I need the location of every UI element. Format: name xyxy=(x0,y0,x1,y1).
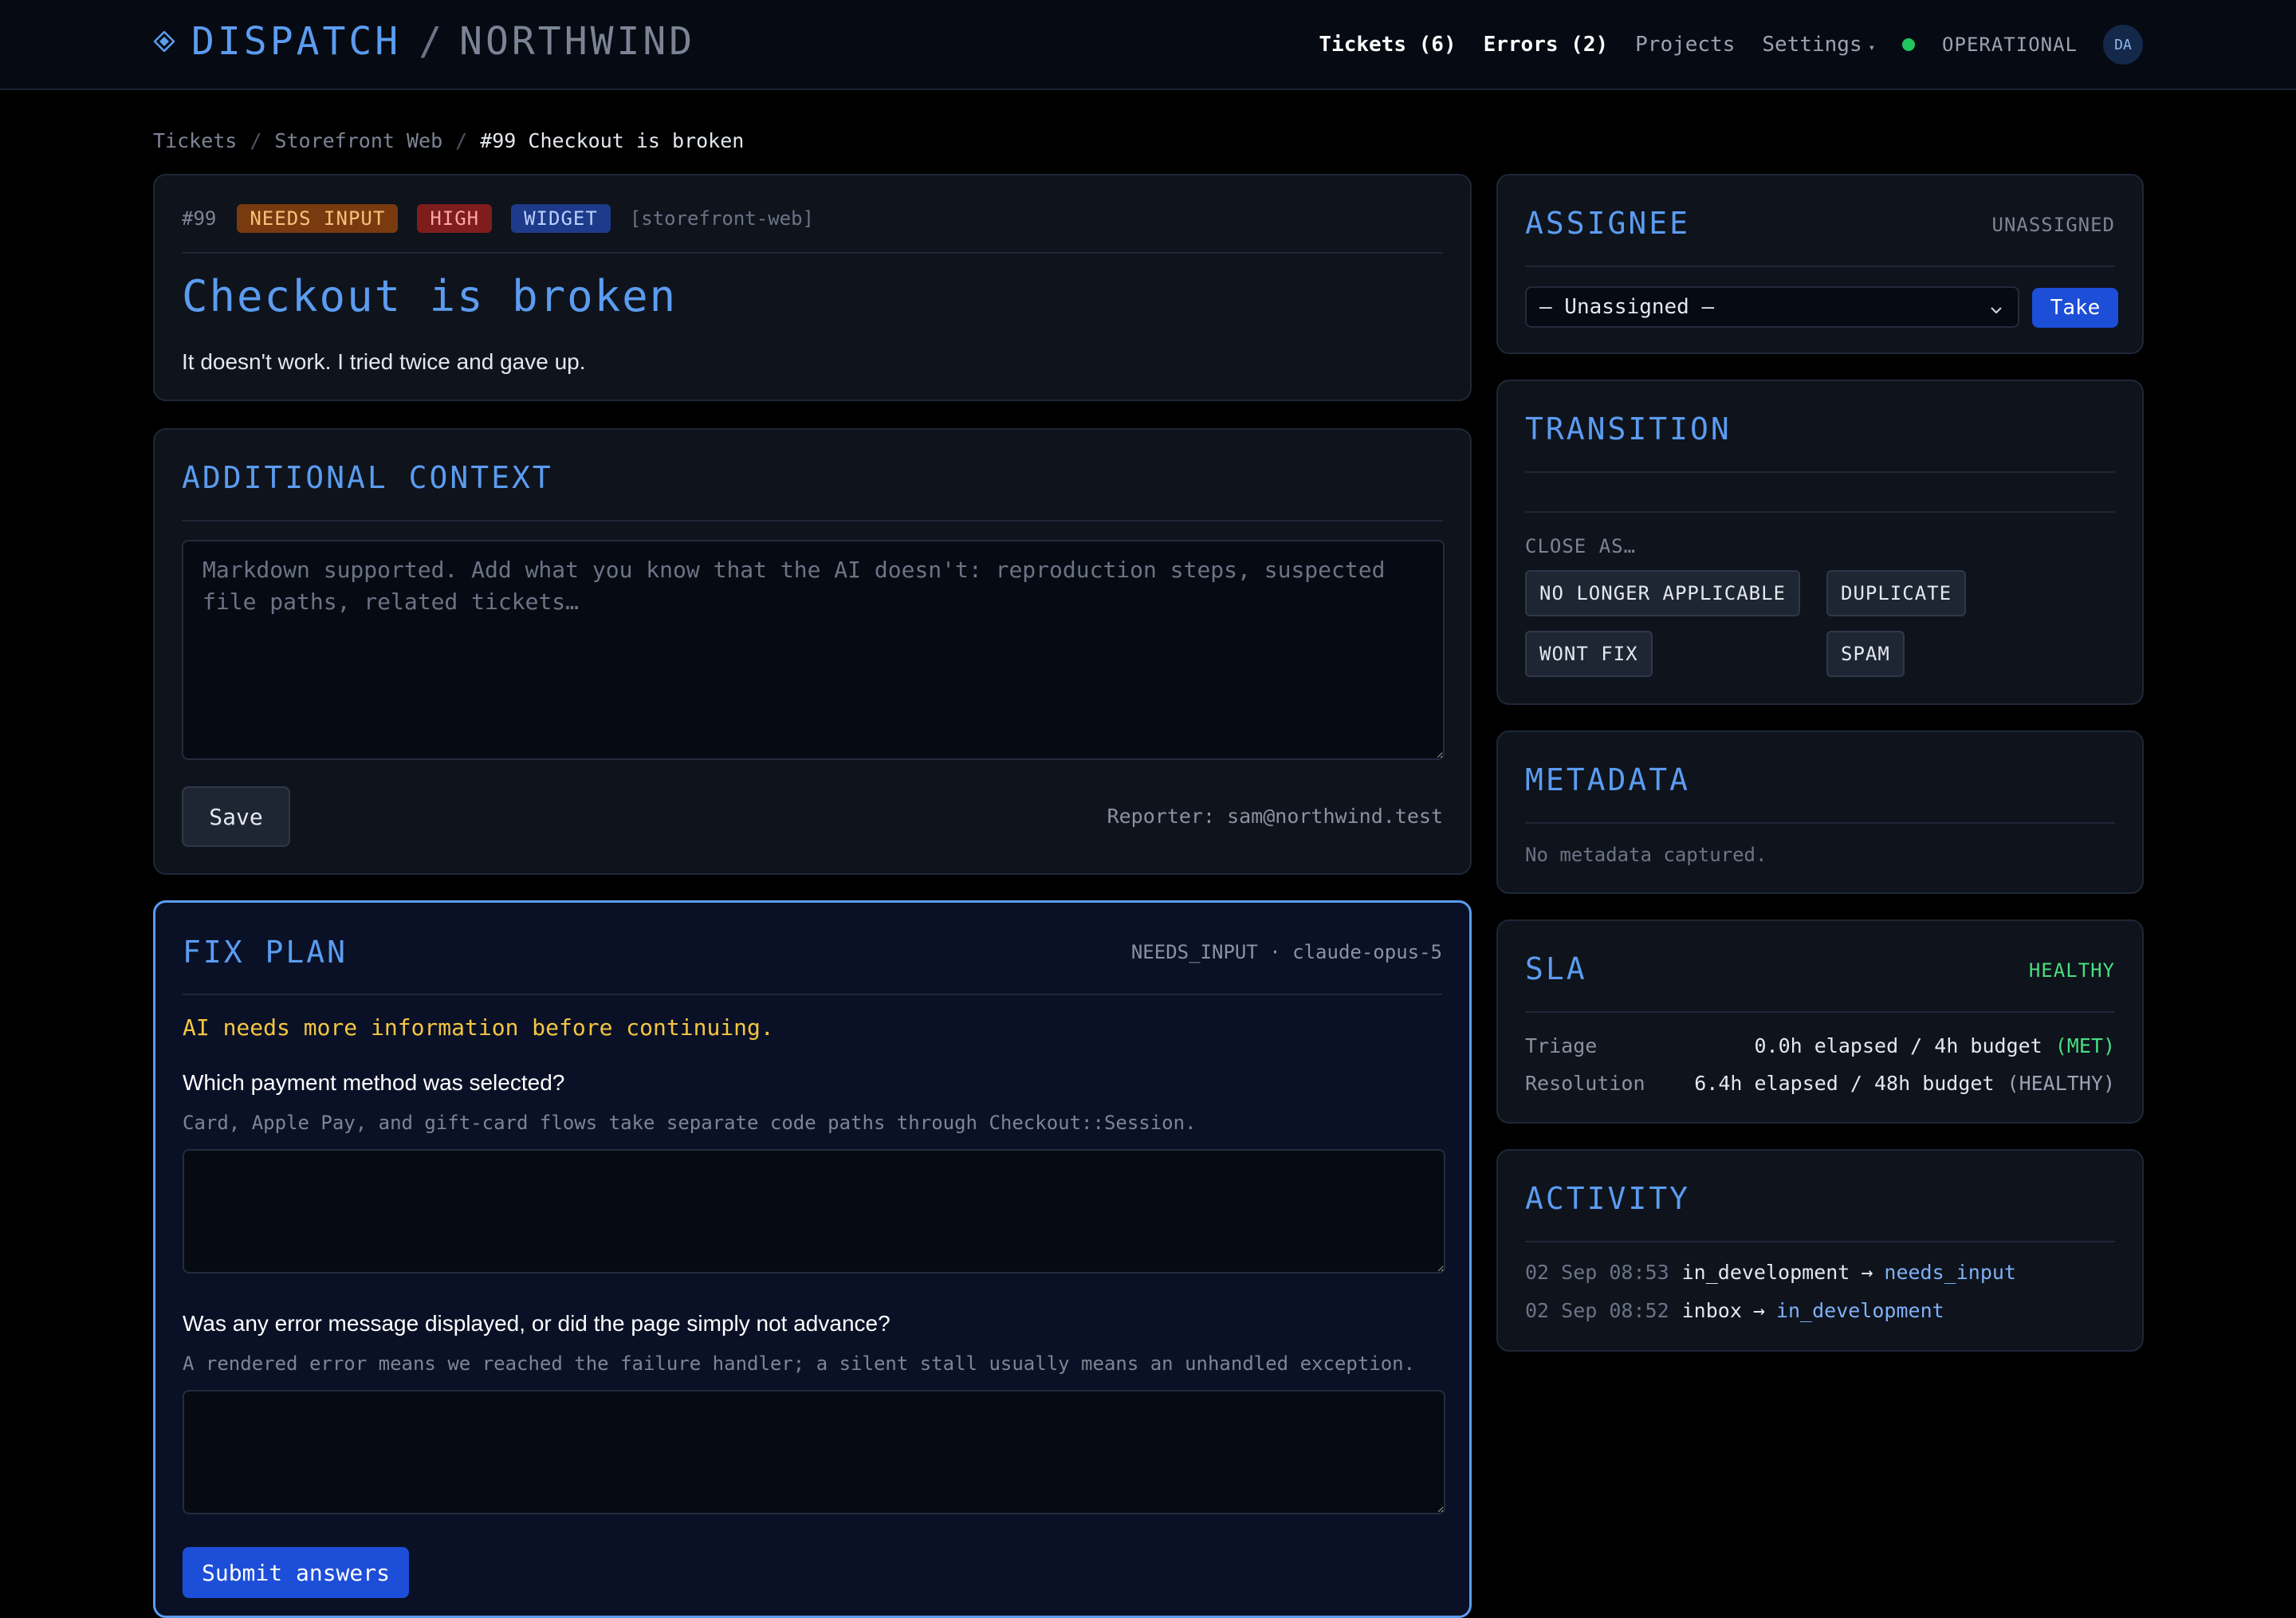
activity-to-state: in_development xyxy=(1775,1299,1944,1322)
activity-entry: 02 Sep 08:53 in_development → needs_inpu… xyxy=(1525,1261,2016,1284)
additional-context-card: ADDITIONAL CONTEXT Save Reporter: sam@no… xyxy=(153,428,1472,875)
sla-name: Triage xyxy=(1525,1033,1598,1057)
source-badge: WIDGET xyxy=(511,204,611,233)
divider xyxy=(1525,822,2115,824)
nav-projects[interactable]: Projects xyxy=(1635,33,1735,57)
fix-plan-card: FIX PLAN NEEDS_INPUT · claude-opus-5 AI … xyxy=(153,900,1472,1618)
nav-tickets[interactable]: Tickets (6) xyxy=(1319,33,1456,57)
assignee-title: ASSIGNEE xyxy=(1525,206,1691,241)
fix-plan-title: FIX PLAN xyxy=(183,935,348,970)
breadcrumb: Tickets / Storefront Web / #99 Checkout … xyxy=(153,129,744,152)
priority-badge: HIGH xyxy=(417,204,493,233)
nav-settings-label: Settings xyxy=(1762,33,1862,57)
close-wont-fix-button[interactable]: WONT FIX xyxy=(1525,631,1653,677)
context-input[interactable] xyxy=(182,540,1445,760)
question-hint: Card, Apple Pay, and gift-card flows tak… xyxy=(183,1112,1197,1134)
sla-detail: 0.0h elapsed / 4h budget (MET) xyxy=(1755,1034,2116,1057)
divider xyxy=(1525,1241,2115,1242)
sla-card: SLA HEALTHY Triage 0.0h elapsed / 4h bud… xyxy=(1496,919,2144,1124)
sla-row-triage: Triage 0.0h elapsed / 4h budget (MET) xyxy=(1525,1032,2115,1059)
sla-state: (HEALTHY) xyxy=(2007,1071,2115,1095)
breadcrumb-separator: / xyxy=(250,129,262,152)
divider xyxy=(182,252,1443,254)
sla-name: Resolution xyxy=(1525,1071,1645,1095)
ticket-title: Checkout is broken xyxy=(182,271,678,321)
ticket-card: #99 NEEDS INPUT HIGH WIDGET [storefront-… xyxy=(153,174,1472,401)
breadcrumb-project[interactable]: Storefront Web xyxy=(274,129,442,152)
activity-to-state: needs_input xyxy=(1884,1261,2016,1284)
ticket-description: It doesn't work. I tried twice and gave … xyxy=(182,349,586,374)
status-dot-icon xyxy=(1902,38,1916,51)
question-label: Was any error message displayed, or did … xyxy=(183,1311,890,1336)
transition-title: TRANSITION xyxy=(1525,411,1732,447)
activity-entry: 02 Sep 08:52 inbox → in_development xyxy=(1525,1299,1944,1322)
save-button[interactable]: Save xyxy=(182,786,290,847)
metadata-card: METADATA No metadata captured. xyxy=(1496,730,2144,894)
activity-time: 02 Sep 08:53 xyxy=(1525,1261,1669,1284)
brand-separator: / xyxy=(419,19,442,64)
sla-detail: 6.4h elapsed / 48h budget (HEALTHY) xyxy=(1694,1072,2115,1095)
assignee-select[interactable]: — Unassigned — xyxy=(1525,286,2019,328)
breadcrumb-current: #99 Checkout is broken xyxy=(480,129,745,152)
close-spam-button[interactable]: SPAM xyxy=(1826,631,1905,677)
activity-time: 02 Sep 08:52 xyxy=(1525,1299,1669,1322)
ticket-meta: #99 NEEDS INPUT HIGH WIDGET [storefront-… xyxy=(182,203,814,234)
fix-plan-status: NEEDS_INPUT · claude-opus-5 xyxy=(1130,941,1442,963)
fix-plan-warning: AI needs more information before continu… xyxy=(183,1014,774,1041)
divider xyxy=(1525,511,2115,513)
assignee-selected-value: — Unassigned — xyxy=(1539,295,1715,319)
activity-title: ACTIVITY xyxy=(1525,1181,1691,1216)
reporter: Reporter: sam@northwind.test xyxy=(1107,805,1443,828)
diamond-logo-icon xyxy=(153,30,175,53)
main-nav: Tickets (6) Errors (2) Projects Settings… xyxy=(1292,24,2143,65)
divider xyxy=(1525,1011,2115,1013)
ticket-number: #99 xyxy=(182,207,217,230)
org-name: NORTHWIND xyxy=(459,19,696,64)
arrow-right-icon: → xyxy=(1752,1299,1765,1322)
divider xyxy=(1525,266,2115,267)
sla-state: (MET) xyxy=(2054,1033,2115,1057)
brand-name: DISPATCH xyxy=(191,19,402,64)
take-button[interactable]: Take xyxy=(2032,288,2118,328)
chevron-down-icon: ▾ xyxy=(1868,41,1876,54)
nav-errors[interactable]: Errors (2) xyxy=(1484,33,1609,57)
submit-answers-button[interactable]: Submit answers xyxy=(183,1547,409,1598)
assignee-status: UNASSIGNED xyxy=(1991,214,2115,236)
question-hint: A rendered error means we reached the fa… xyxy=(183,1352,1416,1375)
sla-health-status: HEALTHY xyxy=(2028,959,2115,982)
breadcrumb-separator: / xyxy=(455,129,468,152)
close-duplicate-button[interactable]: DUPLICATE xyxy=(1826,570,1967,616)
question-label: Which payment method was selected? xyxy=(183,1070,565,1095)
user-avatar[interactable]: DA xyxy=(2103,25,2143,65)
chevron-down-icon xyxy=(1989,299,2003,314)
assignee-card: ASSIGNEE UNASSIGNED — Unassigned — Take xyxy=(1496,174,2144,354)
sla-row-resolution: Resolution 6.4h elapsed / 48h budget (HEA… xyxy=(1525,1069,2115,1096)
activity-from-state: inbox xyxy=(1681,1299,1742,1322)
arrow-right-icon: → xyxy=(1861,1261,1873,1284)
metadata-title: METADATA xyxy=(1525,762,1691,797)
divider xyxy=(183,994,1442,995)
close-no-longer-applicable-button[interactable]: NO LONGER APPLICABLE xyxy=(1525,570,1800,616)
brand[interactable]: DISPATCH / NORTHWIND xyxy=(153,18,695,65)
breadcrumb-tickets[interactable]: Tickets xyxy=(153,129,237,152)
transition-card: TRANSITION CLOSE AS… NO LONGER APPLICABL… xyxy=(1496,380,2144,705)
ticket-project: [storefront-web] xyxy=(629,207,814,230)
close-as-label: CLOSE AS… xyxy=(1525,535,1637,557)
context-title: ADDITIONAL CONTEXT xyxy=(182,460,553,495)
answer-input-payment-method[interactable] xyxy=(183,1149,1445,1274)
sla-value: 0.0h elapsed / 4h budget xyxy=(1754,1033,2042,1057)
top-bar: DISPATCH / NORTHWIND Tickets (6) Errors … xyxy=(0,0,2296,90)
metadata-empty-state: No metadata captured. xyxy=(1525,844,1767,866)
divider xyxy=(1525,471,2115,473)
activity-card: ACTIVITY 02 Sep 08:53 in_development → n… xyxy=(1496,1149,2144,1352)
nav-settings[interactable]: Settings ▾ xyxy=(1762,33,1875,57)
system-status: OPERATIONAL xyxy=(1942,33,2078,56)
answer-input-error-message[interactable] xyxy=(183,1390,1445,1514)
divider xyxy=(182,520,1443,522)
sla-value: 6.4h elapsed / 48h budget xyxy=(1694,1071,1995,1095)
activity-from-state: in_development xyxy=(1681,1261,1850,1284)
status-badge: NEEDS INPUT xyxy=(237,204,399,233)
sla-title: SLA xyxy=(1525,951,1587,986)
